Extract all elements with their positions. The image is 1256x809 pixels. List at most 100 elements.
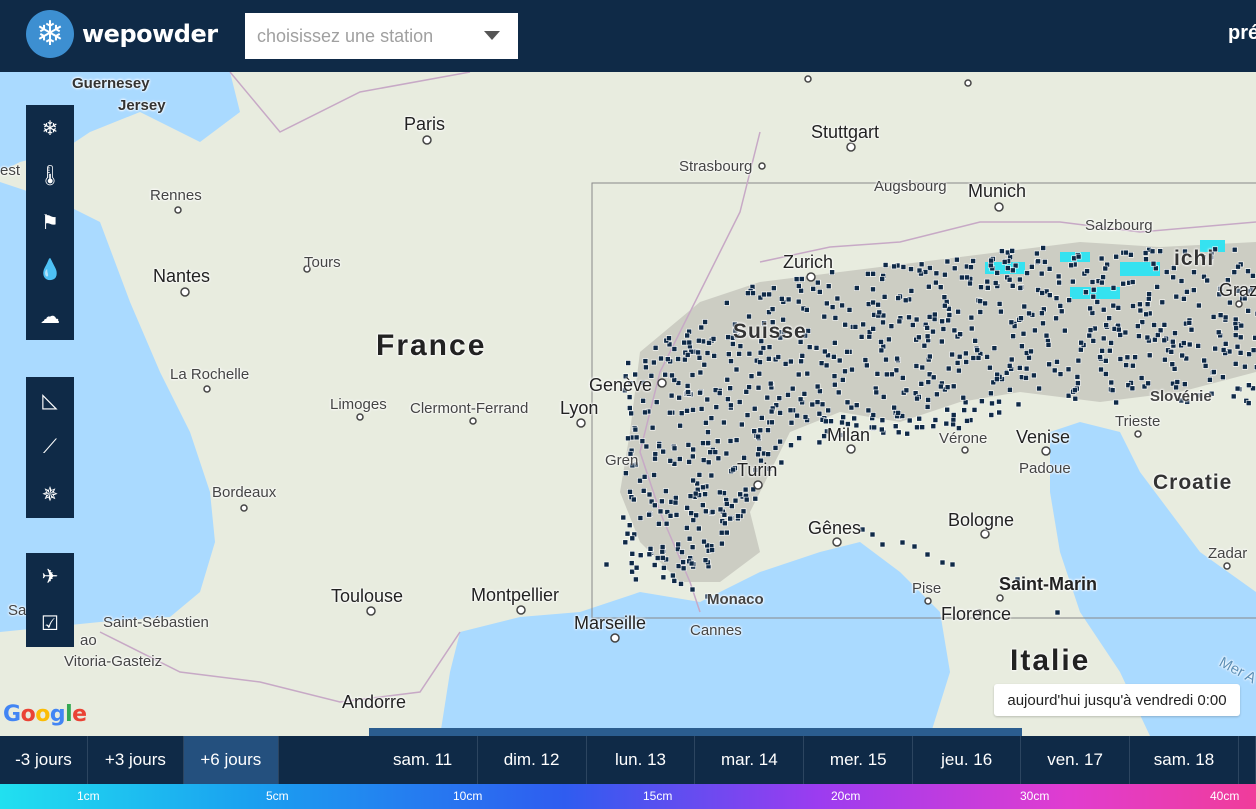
station-marker[interactable] — [742, 486, 749, 493]
station-marker[interactable] — [882, 262, 889, 268]
station-marker[interactable] — [1181, 296, 1187, 302]
station-marker[interactable] — [977, 298, 983, 304]
station-marker[interactable] — [798, 358, 804, 365]
station-marker[interactable] — [1235, 263, 1241, 270]
station-marker[interactable] — [1234, 385, 1241, 392]
station-marker[interactable] — [924, 551, 931, 558]
station-marker[interactable] — [1186, 320, 1193, 326]
station-marker[interactable] — [891, 404, 898, 411]
station-marker[interactable] — [1089, 310, 1096, 316]
station-marker[interactable] — [904, 430, 911, 437]
day-mer-15[interactable]: mer. 15 — [804, 736, 914, 784]
station-marker[interactable] — [835, 389, 842, 396]
station-marker[interactable] — [939, 318, 945, 325]
station-marker[interactable] — [1102, 265, 1109, 272]
station-marker[interactable] — [767, 380, 774, 387]
slope-icon[interactable]: ◺ — [26, 377, 74, 424]
station-marker[interactable] — [775, 354, 782, 360]
station-marker[interactable] — [704, 350, 711, 356]
station-marker[interactable] — [946, 312, 953, 318]
station-marker[interactable] — [821, 433, 827, 439]
station-marker[interactable] — [632, 426, 639, 433]
station-marker[interactable] — [1026, 354, 1032, 361]
station-select[interactable]: choisissez une station — [245, 13, 518, 59]
station-marker[interactable] — [1245, 308, 1251, 314]
station-marker[interactable] — [1113, 399, 1119, 406]
station-marker[interactable] — [1100, 274, 1106, 280]
station-marker[interactable] — [916, 334, 922, 341]
station-marker[interactable] — [725, 396, 731, 402]
station-marker[interactable] — [840, 414, 847, 420]
station-marker[interactable] — [994, 270, 1001, 276]
station-marker[interactable] — [1172, 330, 1178, 336]
station-marker[interactable] — [803, 307, 810, 313]
station-marker[interactable] — [925, 379, 932, 385]
station-marker[interactable] — [669, 372, 675, 379]
station-marker[interactable] — [643, 443, 650, 450]
station-marker[interactable] — [624, 530, 631, 537]
station-marker[interactable] — [876, 309, 883, 316]
station-marker[interactable] — [696, 354, 703, 361]
station-marker[interactable] — [1008, 356, 1015, 363]
station-marker[interactable] — [1053, 295, 1060, 301]
station-marker[interactable] — [941, 294, 948, 300]
station-marker[interactable] — [651, 502, 658, 509]
station-marker[interactable] — [666, 409, 673, 416]
station-marker[interactable] — [728, 402, 734, 409]
station-marker[interactable] — [846, 307, 853, 313]
station-marker[interactable] — [950, 412, 957, 418]
station-marker[interactable] — [658, 355, 664, 362]
station-marker[interactable] — [832, 315, 839, 321]
station-marker[interactable] — [874, 370, 881, 377]
station-marker[interactable] — [906, 417, 913, 424]
station-marker[interactable] — [1056, 279, 1062, 286]
station-marker[interactable] — [1054, 358, 1060, 365]
station-marker[interactable] — [1006, 362, 1013, 369]
station-marker[interactable] — [1099, 347, 1105, 354]
station-marker[interactable] — [924, 325, 931, 331]
station-marker[interactable] — [814, 279, 821, 286]
station-marker[interactable] — [896, 318, 903, 325]
station-marker[interactable] — [970, 355, 977, 361]
station-marker[interactable] — [961, 407, 968, 413]
station-marker[interactable] — [1054, 609, 1061, 616]
station-marker[interactable] — [1181, 340, 1187, 346]
station-marker[interactable] — [994, 371, 1001, 378]
station-marker[interactable] — [1170, 338, 1176, 345]
station-marker[interactable] — [778, 459, 785, 466]
station-marker[interactable] — [1144, 334, 1151, 341]
station-marker[interactable] — [962, 399, 969, 406]
station-marker[interactable] — [1120, 280, 1126, 287]
station-marker[interactable] — [738, 421, 745, 428]
station-marker[interactable] — [702, 319, 708, 325]
station-marker[interactable] — [1109, 387, 1116, 394]
station-marker[interactable] — [640, 487, 647, 494]
map[interactable]: Guernesey Jersey Paris Stuttgart Strasbo… — [0, 72, 1256, 736]
station-marker[interactable] — [1078, 346, 1084, 353]
station-marker[interactable] — [968, 314, 975, 321]
station-marker[interactable] — [988, 390, 994, 397]
station-marker[interactable] — [629, 550, 636, 557]
station-marker[interactable] — [1178, 278, 1185, 284]
station-marker[interactable] — [944, 258, 951, 265]
station-marker[interactable] — [717, 506, 724, 513]
station-marker[interactable] — [945, 365, 952, 372]
station-marker[interactable] — [825, 407, 832, 414]
station-marker[interactable] — [937, 383, 944, 390]
station-marker[interactable] — [765, 427, 771, 434]
station-marker[interactable] — [839, 302, 845, 309]
station-marker[interactable] — [1195, 343, 1201, 349]
station-marker[interactable] — [1204, 277, 1210, 284]
station-marker[interactable] — [1084, 268, 1090, 274]
station-marker[interactable] — [1222, 340, 1229, 347]
station-marker[interactable] — [733, 437, 740, 443]
station-marker[interactable] — [676, 456, 683, 462]
station-marker[interactable] — [870, 286, 876, 293]
station-marker[interactable] — [1150, 260, 1157, 267]
station-marker[interactable] — [702, 491, 708, 498]
station-marker[interactable] — [670, 572, 676, 579]
station-marker[interactable] — [700, 484, 706, 491]
station-marker[interactable] — [909, 322, 916, 328]
station-marker[interactable] — [620, 514, 627, 521]
header-right-link[interactable]: pré — [1228, 22, 1256, 45]
